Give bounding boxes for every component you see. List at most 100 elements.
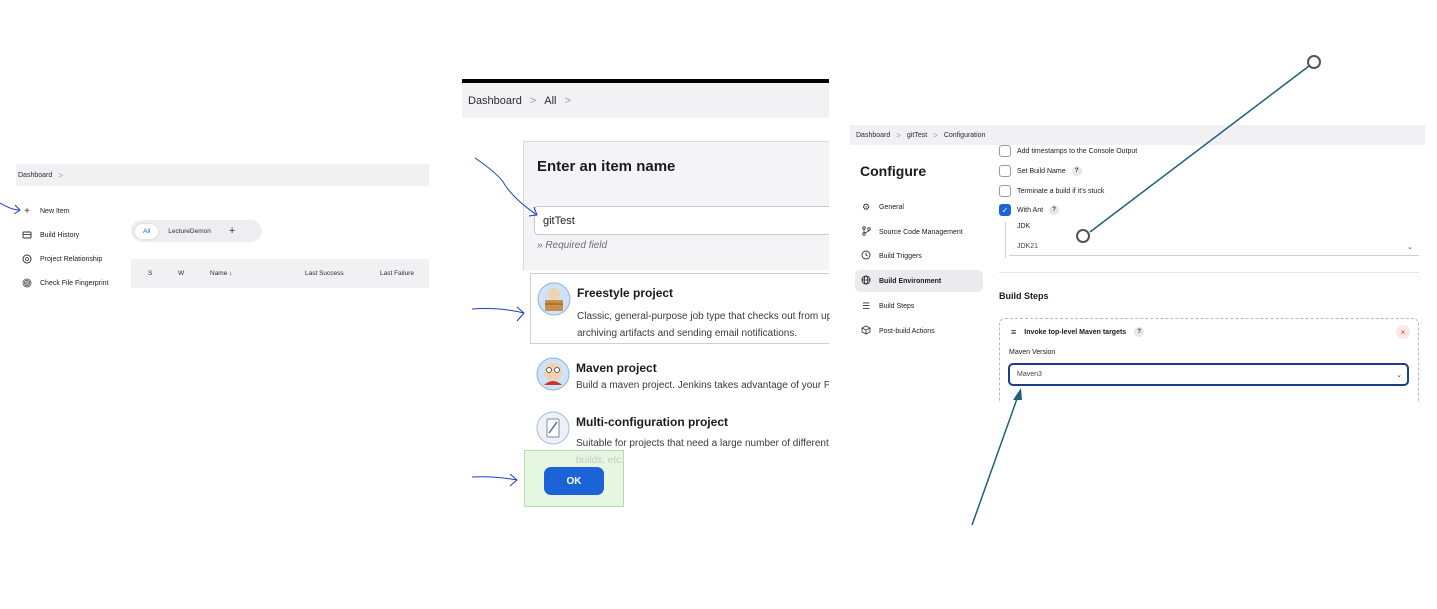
cube-icon [861, 325, 871, 337]
help-icon[interactable]: ? [1071, 166, 1082, 176]
nav-label: Build Steps [879, 302, 915, 310]
project-type-maven[interactable]: Maven project Build a maven project. Jen… [530, 349, 829, 403]
help-icon[interactable]: ? [1134, 327, 1145, 337]
annotation-handle-top [1307, 55, 1321, 69]
chevron-right-icon: > [933, 130, 938, 140]
column-last-success[interactable]: Last Success [305, 270, 344, 277]
project-type-name: Multi-configuration project [576, 415, 728, 429]
nav-label: General [879, 203, 904, 211]
globe-icon [861, 275, 871, 287]
breadcrumb-configuration[interactable]: Configuration [944, 132, 986, 139]
list-icon: ☰ [861, 300, 871, 311]
sidebar-item-build-history[interactable]: Build History [22, 230, 79, 240]
nav-source-code-management[interactable]: Source Code Management [855, 221, 983, 243]
nav-label: Build Triggers [879, 252, 922, 260]
option-label: Terminate a build if it's stuck [1017, 187, 1105, 195]
project-type-freestyle[interactable]: Freestyle project Classic, general-purpo… [530, 273, 830, 344]
nav-label: Build Environment [879, 277, 942, 285]
annotation-arrow-new-item [0, 202, 21, 215]
sidebar-item-label: Build History [40, 231, 80, 239]
chevron-down-icon: ⌄ [1407, 243, 1413, 251]
maven-version-select[interactable]: Maven3 ⌄ [1008, 363, 1409, 386]
breadcrumb-all[interactable]: All [544, 95, 556, 107]
section-divider [999, 272, 1419, 273]
drag-handle-icon[interactable]: ≡ [1011, 327, 1016, 337]
nav-label: Source Code Management [879, 228, 963, 236]
item-name-input[interactable]: gitTest [534, 206, 829, 235]
project-type-name: Maven project [576, 361, 657, 375]
chevron-right-icon: > [564, 94, 571, 107]
build-step-title: ≡ Invoke top-level Maven targets ? [1011, 327, 1145, 337]
project-type-description: Build a maven project. Jenkins takes adv… [576, 380, 829, 391]
annotation-arrow-ok [471, 473, 518, 487]
tab-all[interactable]: All [135, 223, 159, 239]
jdk-value: JDK21 [1017, 243, 1039, 250]
nested-option-bar [1005, 222, 1006, 258]
chevron-down-icon: ⌄ [1396, 371, 1402, 379]
column-weather[interactable]: W [178, 270, 184, 277]
chevron-right-icon: > [58, 170, 63, 180]
checkbox[interactable] [999, 145, 1011, 157]
jdk-label: JDK [1017, 223, 1031, 230]
gear-icon: ⚙ [861, 201, 871, 212]
nav-build-steps[interactable]: ☰ Build Steps [855, 295, 983, 317]
option-timestamps[interactable]: Add timestamps to the Console Output [999, 145, 1137, 157]
configure-breadcrumb: Dashboard > gitTest > Configuration [850, 125, 1425, 145]
option-with-ant[interactable]: ✓ With Ant ? [999, 204, 1060, 216]
view-tabs: All LectureDemon + [131, 220, 262, 242]
column-last-failure[interactable]: Last Failure [380, 270, 414, 277]
project-type-description: Classic, general-purpose job type that c… [577, 311, 830, 339]
checkbox[interactable] [999, 165, 1011, 177]
dashboard-breadcrumb: Dashboard > [16, 164, 429, 186]
sidebar-item-label: Check File Fingerprint [40, 279, 109, 287]
clock-icon [861, 250, 871, 262]
checkbox[interactable] [999, 185, 1011, 197]
maven-project-icon [536, 357, 570, 391]
add-view-button[interactable]: + [229, 225, 235, 237]
column-name[interactable]: Name ↓ [210, 270, 232, 277]
breadcrumb-job[interactable]: gitTest [907, 132, 927, 139]
nav-post-build-actions[interactable]: Post-build Actions [855, 320, 983, 342]
breadcrumb-dashboard[interactable]: Dashboard [18, 172, 52, 179]
help-icon[interactable]: ? [1049, 205, 1060, 215]
option-label: Add timestamps to the Console Output [1017, 147, 1138, 155]
relationship-icon [22, 254, 32, 264]
multi-configuration-project-icon [536, 411, 570, 445]
breadcrumb-dashboard[interactable]: Dashboard [468, 95, 522, 107]
option-terminate-stuck[interactable]: Terminate a build if it's stuck [999, 185, 1104, 197]
freestyle-project-icon [537, 282, 571, 316]
sidebar-item-new-item[interactable]: + New Item [22, 205, 70, 217]
tab-lecturedemon[interactable]: LectureDemon [162, 224, 217, 239]
breadcrumb-dashboard[interactable]: Dashboard [856, 132, 890, 139]
option-label: Set Build Name [1017, 167, 1066, 175]
required-field-note: » Required field [537, 240, 608, 251]
jobs-table-header: S W Name ↓ Last Success Last Failure [131, 259, 429, 288]
checkbox-checked-icon[interactable]: ✓ [999, 204, 1011, 216]
close-icon[interactable]: × [1396, 325, 1410, 339]
sidebar-item-label: New Item [40, 207, 70, 215]
history-icon [22, 230, 32, 240]
chevron-right-icon: > [529, 94, 537, 107]
column-status[interactable]: S [148, 270, 152, 277]
plus-icon: + [24, 205, 30, 217]
jdk-select[interactable]: JDK21 ⌄ [1009, 238, 1419, 256]
page-title: Enter an item name [537, 158, 676, 175]
nav-build-environment[interactable]: Build Environment [855, 270, 983, 292]
project-type-name: Freestyle project [577, 286, 674, 300]
sidebar-item-label: Project Relationship [40, 255, 103, 263]
new-item-breadcrumb: Dashboard > All > [462, 83, 829, 118]
nav-build-triggers[interactable]: Build Triggers [855, 245, 983, 267]
nav-label: Post-build Actions [879, 327, 935, 335]
build-steps-heading: Build Steps [999, 291, 1049, 301]
option-set-build-name[interactable]: Set Build Name ? [999, 165, 1082, 177]
ok-button[interactable]: OK [544, 467, 604, 495]
annotation-arrow-maven [971, 395, 1019, 526]
fingerprint-icon [22, 278, 32, 288]
page-title: Configure [860, 163, 927, 179]
nav-general[interactable]: ⚙ General [855, 196, 983, 218]
branch-icon [861, 226, 871, 238]
option-label: With Ant [1017, 206, 1044, 214]
sidebar-item-check-file-fingerprint[interactable]: Check File Fingerprint [22, 278, 108, 288]
sidebar-item-project-relationship[interactable]: Project Relationship [22, 254, 102, 264]
maven-version-label: Maven Version [1009, 349, 1056, 356]
